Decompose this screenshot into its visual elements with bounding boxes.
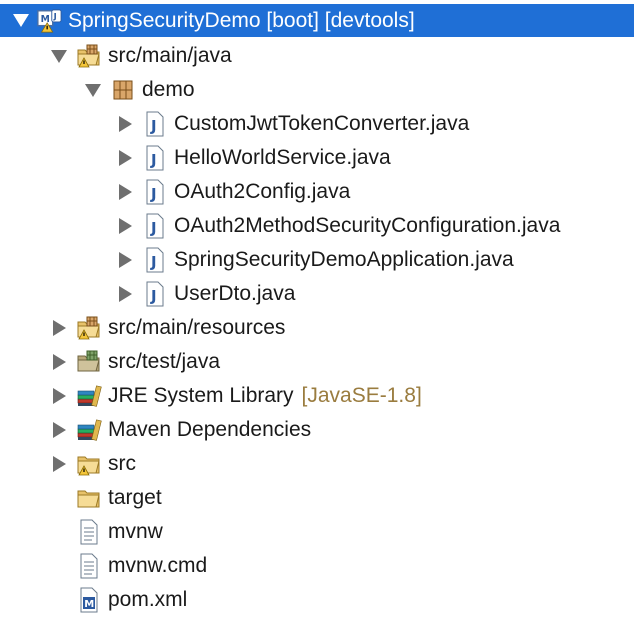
expand-icon[interactable]	[48, 317, 70, 339]
java-file-label: OAuth2Config.java	[174, 180, 351, 203]
tree-item-package-demo[interactable]: demo	[0, 73, 634, 107]
expand-icon[interactable]	[114, 215, 136, 237]
svg-text:J: J	[150, 117, 157, 135]
source-folder-icon	[76, 43, 102, 69]
src-main-java-label: src/main/java	[108, 44, 232, 67]
java-file-icon: J	[142, 247, 168, 273]
collapse-icon[interactable]	[10, 10, 32, 32]
pom-label: pom.xml	[108, 588, 188, 611]
source-folder-icon	[76, 315, 102, 341]
svg-text:J: J	[150, 287, 157, 305]
target-label: target	[108, 486, 162, 509]
java-file-icon: J	[142, 111, 168, 137]
library-icon	[76, 417, 102, 443]
tree-item-java-file[interactable]: J SpringSecurityDemoApplication.java	[0, 243, 634, 277]
folder-icon	[76, 485, 102, 511]
tree-item-mvnw[interactable]: mvnw	[0, 515, 634, 549]
tree-item-src-main-resources[interactable]: src/main/resources	[0, 311, 634, 345]
tree-item-src-test-java[interactable]: src/test/java	[0, 345, 634, 379]
java-file-label: OAuth2MethodSecurityConfiguration.java	[174, 214, 561, 237]
src-label: src	[108, 452, 136, 475]
jre-library-label: JRE System Library	[108, 384, 294, 407]
collapse-icon[interactable]	[82, 79, 104, 101]
tree-item-src[interactable]: src	[0, 447, 634, 481]
collapse-icon[interactable]	[48, 45, 70, 67]
java-file-label: CustomJwtTokenConverter.java	[174, 112, 470, 135]
java-file-label: UserDto.java	[174, 282, 296, 305]
java-file-icon: J	[142, 179, 168, 205]
mvnw-label: mvnw	[108, 520, 163, 543]
mvnw-cmd-label: mvnw.cmd	[108, 554, 208, 577]
svg-text:J: J	[150, 219, 157, 237]
expand-icon[interactable]	[48, 419, 70, 441]
tree-item-project[interactable]: M J SpringSecurityDemo [boot] [devtools]	[0, 4, 634, 37]
expand-icon[interactable]	[114, 181, 136, 203]
tree-item-target[interactable]: target	[0, 481, 634, 515]
library-icon	[76, 383, 102, 409]
maven-dependencies-label: Maven Dependencies	[108, 418, 312, 441]
tree-item-jre-library[interactable]: JRE System Library [JavaSE-1.8]	[0, 379, 634, 413]
test-source-folder-icon	[76, 349, 102, 375]
package-icon	[110, 77, 136, 103]
src-test-java-label: src/test/java	[108, 350, 221, 373]
expand-icon[interactable]	[48, 385, 70, 407]
expand-icon[interactable]	[48, 351, 70, 373]
expand-icon[interactable]	[114, 283, 136, 305]
package-demo-label: demo	[142, 78, 195, 101]
java-file-label: SpringSecurityDemoApplication.java	[174, 248, 514, 271]
expand-icon[interactable]	[114, 113, 136, 135]
java-file-icon: J	[142, 281, 168, 307]
jre-version-decoration: [JavaSE-1.8]	[301, 384, 422, 407]
svg-text:J: J	[150, 151, 157, 169]
java-file-icon: J	[142, 145, 168, 171]
tree-item-mvnw-cmd[interactable]: mvnw.cmd	[0, 549, 634, 583]
folder-icon	[76, 451, 102, 477]
expand-icon[interactable]	[114, 147, 136, 169]
expand-icon[interactable]	[114, 249, 136, 271]
svg-text:J: J	[150, 253, 157, 271]
tree-item-java-file[interactable]: J HelloWorldService.java	[0, 141, 634, 175]
maven-pom-icon: M	[76, 587, 102, 613]
text-file-icon	[76, 519, 102, 545]
svg-text:J: J	[53, 11, 57, 21]
java-file-label: HelloWorldService.java	[174, 146, 391, 169]
java-file-icon: J	[142, 213, 168, 239]
project-label: SpringSecurityDemo [boot] [devtools]	[68, 8, 415, 32]
tree-item-java-file[interactable]: J OAuth2MethodSecurityConfiguration.java	[0, 209, 634, 243]
text-file-icon	[76, 553, 102, 579]
maven-project-icon: M J	[36, 8, 62, 34]
svg-text:J: J	[150, 185, 157, 203]
tree-item-java-file[interactable]: J OAuth2Config.java	[0, 175, 634, 209]
src-main-resources-label: src/main/resources	[108, 316, 286, 339]
tree-item-pom[interactable]: M pom.xml	[0, 583, 634, 617]
svg-text:M: M	[41, 13, 50, 24]
tree-item-maven-dependencies[interactable]: Maven Dependencies	[0, 413, 634, 447]
tree-item-java-file[interactable]: J UserDto.java	[0, 277, 634, 311]
tree-item-java-file[interactable]: J CustomJwtTokenConverter.java	[0, 107, 634, 141]
tree-item-src-main-java[interactable]: src/main/java	[0, 39, 634, 73]
svg-text:M: M	[84, 599, 94, 610]
expand-icon[interactable]	[48, 453, 70, 475]
